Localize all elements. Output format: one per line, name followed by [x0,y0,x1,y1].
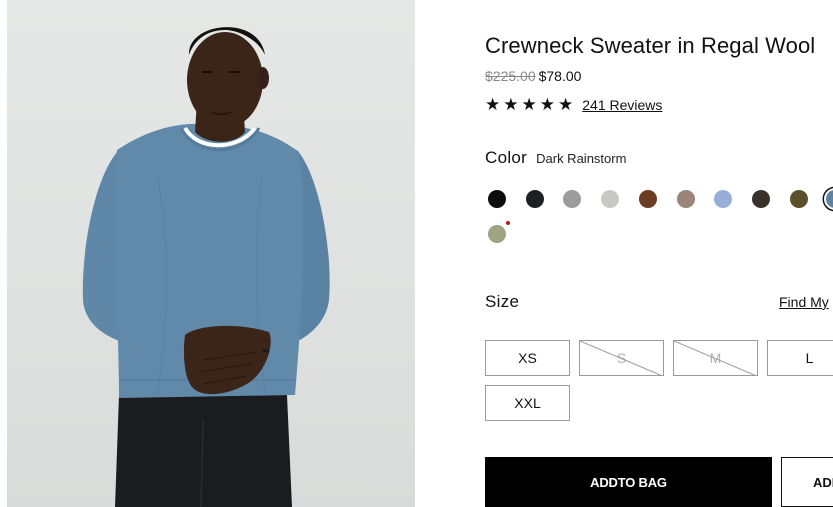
color-swatch[interactable] [677,190,695,208]
add-to-bag-button[interactable]: ADDTO BAG [485,457,772,507]
price: $225.00 $78.00 [485,68,581,84]
size-option-l[interactable]: L [767,340,833,376]
size-label: Size [485,292,520,311]
star-icon: ★ [539,94,555,115]
color-swatch[interactable] [526,190,544,208]
color-swatch[interactable] [488,225,506,243]
size-option-label: XS [518,350,537,366]
star-icon: ★ [521,94,537,115]
color-swatch[interactable] [601,190,619,208]
secondary-action-button[interactable]: ADI [781,457,833,507]
find-my-size-link[interactable]: Find My [779,294,829,310]
color-selector-header: Color Dark Rainstorm [485,148,626,168]
color-swatch[interactable] [639,190,657,208]
star-icon: ★ [503,94,519,115]
original-price: $225.00 [485,68,536,84]
size-option-s[interactable]: S [579,340,664,376]
color-swatch[interactable] [488,190,506,208]
color-swatch[interactable] [790,190,808,208]
color-swatch[interactable] [714,190,732,208]
star-icon: ★ [485,94,501,115]
product-image[interactable] [7,0,415,507]
rating: ★ ★ ★ ★ ★ 241 Reviews [485,95,662,115]
sale-price: $78.00 [538,68,582,84]
selected-color-name: Dark Rainstorm [536,151,627,166]
unavailable-slash-icon [674,341,756,375]
reviews-link[interactable]: 241 Reviews [582,97,662,113]
product-title: Crewneck Sweater in Regal Wool [485,33,816,58]
size-option-xs[interactable]: XS [485,340,570,376]
size-option-m[interactable]: M [673,340,758,376]
size-option-label: L [805,350,814,366]
star-icon: ★ [558,94,574,115]
color-label: Color [485,148,528,167]
model-photo [82,27,330,507]
unavailable-slash-icon [580,341,662,375]
new-color-indicator [506,221,510,225]
star-rating: ★ ★ ★ ★ ★ [485,94,574,115]
color-swatch[interactable] [826,190,833,208]
color-swatch[interactable] [563,190,581,208]
size-option-xxl[interactable]: XXL [485,385,570,421]
size-option-label: XXL [514,395,541,411]
color-swatch[interactable] [752,190,770,208]
